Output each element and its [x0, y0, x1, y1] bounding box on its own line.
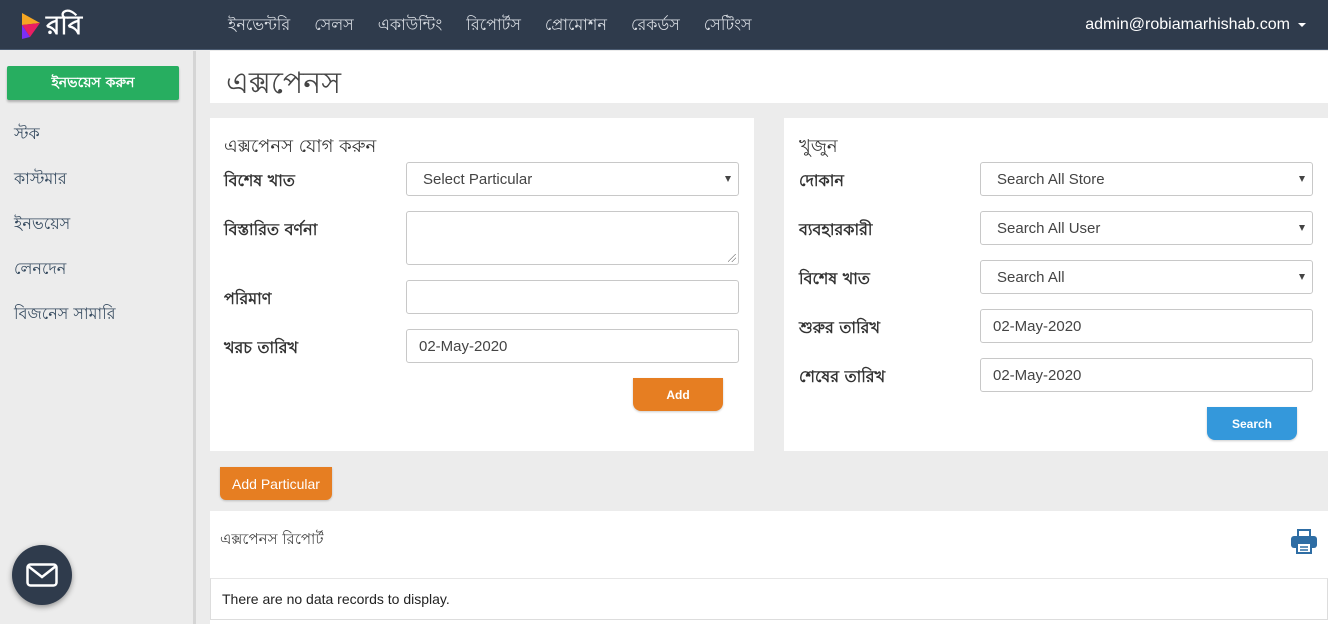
end-date-value: 02-May-2020	[993, 366, 1082, 384]
add-expense-button[interactable]: Add	[633, 378, 723, 411]
report-table-empty: There are no data records to display.	[210, 578, 1328, 620]
page-title: এক্সপেনস	[226, 66, 342, 101]
create-invoice-button[interactable]: ইনভয়েস করুন	[7, 66, 179, 100]
user-email: admin@robiamarhishab.com	[1085, 16, 1290, 33]
sidebar: ইনভয়েস করুন স্টক কাস্টমার ইনভয়েস লেনদে…	[0, 51, 196, 624]
select-arrow-icon	[1299, 225, 1305, 231]
select-arrow-icon	[1299, 176, 1305, 182]
description-label: বিস্তারিত বর্ণনা	[224, 220, 318, 239]
robi-logo-icon	[22, 13, 40, 39]
report-title: এক্সপেনস রিপোর্ট	[220, 530, 324, 548]
page-header: এক্সপেনস	[210, 51, 1328, 103]
store-select-value: Search All Store	[997, 170, 1105, 188]
user-select-value: Search All User	[997, 219, 1101, 237]
nav-sales[interactable]: সেলস	[302, 12, 366, 39]
mail-button[interactable]	[12, 545, 72, 605]
start-date-input[interactable]: 02-May-2020	[980, 309, 1313, 343]
description-textarea[interactable]	[406, 211, 739, 265]
nav-settings[interactable]: সেটিংস	[692, 12, 764, 39]
sidebar-item-business-summary[interactable]: বিজনেস সামারি	[14, 301, 116, 328]
nav-accounting[interactable]: একাউন্টিং	[366, 12, 455, 39]
select-arrow-icon	[1299, 274, 1305, 280]
add-expense-heading: এক্সপেনস যোগ করুন	[224, 136, 377, 157]
search-heading: খুজুন	[799, 136, 838, 157]
mail-icon	[26, 563, 58, 587]
sidebar-item-invoice[interactable]: ইনভয়েস	[14, 211, 70, 238]
particular-label: বিশেষ খাত	[224, 171, 295, 190]
end-date-input[interactable]: 02-May-2020	[980, 358, 1313, 392]
expense-date-label: খরচ তারিখ	[224, 338, 299, 357]
expense-date-value: 02-May-2020	[419, 337, 508, 355]
search-panel: খুজুন দোকান Search All Store ব্যবহারকারী…	[784, 118, 1328, 451]
add-particular-button[interactable]: Add Particular	[220, 467, 332, 500]
sidebar-item-transactions[interactable]: লেনদেন	[14, 256, 66, 283]
select-arrow-icon	[725, 176, 731, 182]
logo-text: রবি	[46, 11, 83, 41]
nav-records[interactable]: রেকর্ডস	[619, 12, 692, 39]
search-button[interactable]: Search	[1207, 407, 1297, 440]
user-select[interactable]: Search All User	[980, 211, 1313, 245]
brand-logo[interactable]: রবি	[20, 10, 92, 42]
store-select[interactable]: Search All Store	[980, 162, 1313, 196]
expense-date-input[interactable]: 02-May-2020	[406, 329, 739, 363]
expense-report-panel: এক্সপেনস রিপোর্ট There are no data recor…	[210, 511, 1328, 624]
print-icon[interactable]	[1290, 527, 1318, 555]
nav-inventory[interactable]: ইনভেন্টরি	[216, 12, 302, 39]
sidebar-item-customer[interactable]: কাস্টমার	[14, 166, 67, 193]
end-date-label: শেষের তারিখ	[799, 367, 886, 386]
particular-select[interactable]: Select Particular	[406, 162, 739, 196]
search-particular-select[interactable]: Search All	[980, 260, 1313, 294]
particular-select-value: Select Particular	[423, 170, 533, 188]
nav-reports[interactable]: রিপোর্টস	[454, 12, 533, 39]
user-menu[interactable]: admin@robiamarhishab.com	[1085, 0, 1306, 50]
sidebar-item-stock[interactable]: স্টক	[14, 121, 40, 148]
main-menu: ইনভেন্টরি সেলস একাউন্টিং রিপোর্টস প্রোমো…	[216, 0, 764, 50]
caret-down-icon	[1298, 23, 1306, 27]
top-navbar: রবি ইনভেন্টরি সেলস একাউন্টিং রিপোর্টস প্…	[0, 0, 1328, 50]
search-particular-select-value: Search All	[997, 268, 1065, 286]
add-expense-panel: এক্সপেনস যোগ করুন বিশেষ খাত Select Parti…	[210, 118, 754, 451]
amount-label: পরিমাণ	[224, 289, 272, 308]
user-label: ব্যবহারকারী	[799, 220, 873, 239]
search-particular-label: বিশেষ খাত	[799, 269, 870, 288]
amount-input[interactable]	[406, 280, 739, 314]
store-label: দোকান	[799, 171, 844, 190]
resize-grip-icon[interactable]	[728, 254, 736, 262]
nav-promotion[interactable]: প্রোমোশন	[533, 12, 619, 39]
start-date-label: শুরুর তারিখ	[799, 318, 880, 337]
empty-message: There are no data records to display.	[222, 591, 450, 607]
start-date-value: 02-May-2020	[993, 317, 1082, 335]
